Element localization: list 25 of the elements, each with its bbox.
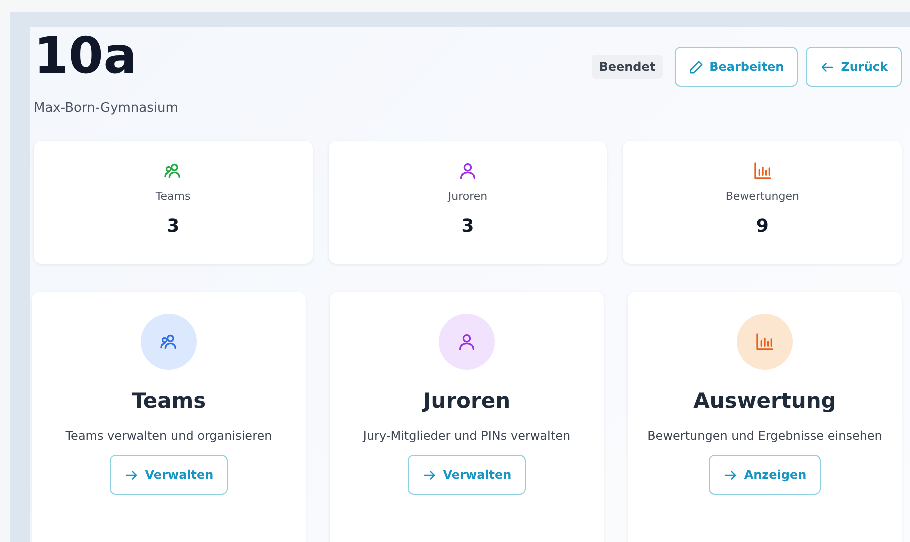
stat-label: Bewertungen	[726, 188, 800, 204]
person-icon	[458, 160, 478, 180]
stat-label: Juroren	[448, 188, 488, 204]
stat-label: Teams	[156, 188, 191, 204]
stat-value: 9	[756, 215, 769, 239]
bar-chart-icon	[752, 160, 773, 180]
manage-button[interactable]: Verwalten	[110, 455, 228, 495]
edit-button[interactable]: Bearbeiten	[674, 47, 798, 87]
stat-value: 3	[462, 215, 474, 239]
school-name: Max-Born-Gymnasium	[34, 100, 178, 118]
card-title: Auswertung	[694, 388, 836, 414]
manage-button[interactable]: Verwalten	[408, 455, 526, 495]
pencil-icon	[688, 60, 704, 74]
card-description: Jury-Mitglieder und PINs verwalten	[363, 428, 571, 445]
card-description: Bewertungen und Ergebnisse einsehen	[648, 428, 882, 445]
card-title: Teams	[132, 388, 206, 414]
card-title: Juroren	[423, 388, 511, 414]
back-button[interactable]: Zurück	[806, 47, 902, 87]
person-icon	[457, 332, 477, 352]
page-title: 10a	[34, 27, 138, 81]
stat-value: 3	[167, 215, 180, 239]
status-badge: Beendet	[592, 55, 663, 79]
view-button[interactable]: Anzeigen	[709, 455, 821, 495]
bar-chart-icon	[755, 332, 775, 352]
card-description: Teams verwalten und organisieren	[66, 428, 272, 445]
